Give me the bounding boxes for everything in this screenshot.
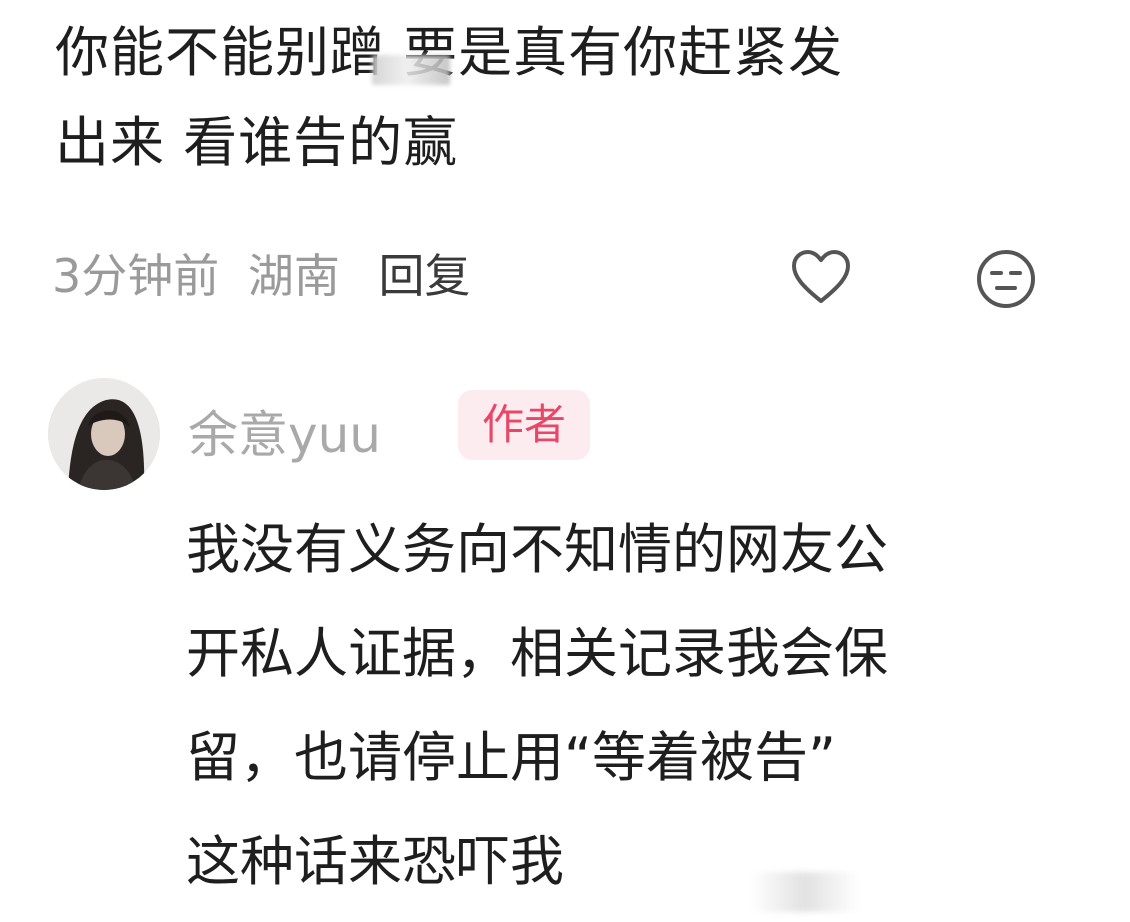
author-avatar[interactable] bbox=[48, 378, 160, 490]
comment-line: 你能不能别蹭 要是真有你赶紧发 bbox=[55, 21, 844, 84]
reply-line: 开私人证据，相关记录我会保 bbox=[186, 622, 888, 685]
comment-time: 3分钟前 bbox=[52, 249, 220, 303]
comment-line: 出来 看谁告的赢 bbox=[55, 111, 459, 174]
blurred-text-patch bbox=[372, 55, 450, 85]
author-name[interactable]: 余意yuu bbox=[188, 395, 381, 467]
reply-line: 我没有义务向不知情的网友公 bbox=[186, 518, 888, 581]
avatar-portrait-icon bbox=[48, 378, 160, 490]
unamused-face-icon[interactable] bbox=[975, 248, 1037, 310]
author-reply-body: 我没有义务向不知情的网友公 开私人证据，相关记录我会保 留，也请停止用“等着被告… bbox=[186, 498, 1086, 914]
comment-meta: 3分钟前 湖南 回复 bbox=[52, 240, 471, 306]
heart-outline-icon[interactable] bbox=[790, 248, 852, 306]
reply-line: 这种话来恐吓我 bbox=[186, 830, 564, 893]
comment-body: 你能不能别蹭 要是真有你赶紧发 出来 看谁告的赢 bbox=[55, 8, 1095, 188]
reply-line: 留，也请停止用“等着被告” bbox=[186, 726, 836, 789]
reply-button[interactable]: 回复 bbox=[379, 249, 471, 303]
comment-location: 湖南 bbox=[247, 249, 340, 303]
watermark bbox=[750, 872, 860, 912]
author-badge: 作者 bbox=[458, 390, 591, 460]
